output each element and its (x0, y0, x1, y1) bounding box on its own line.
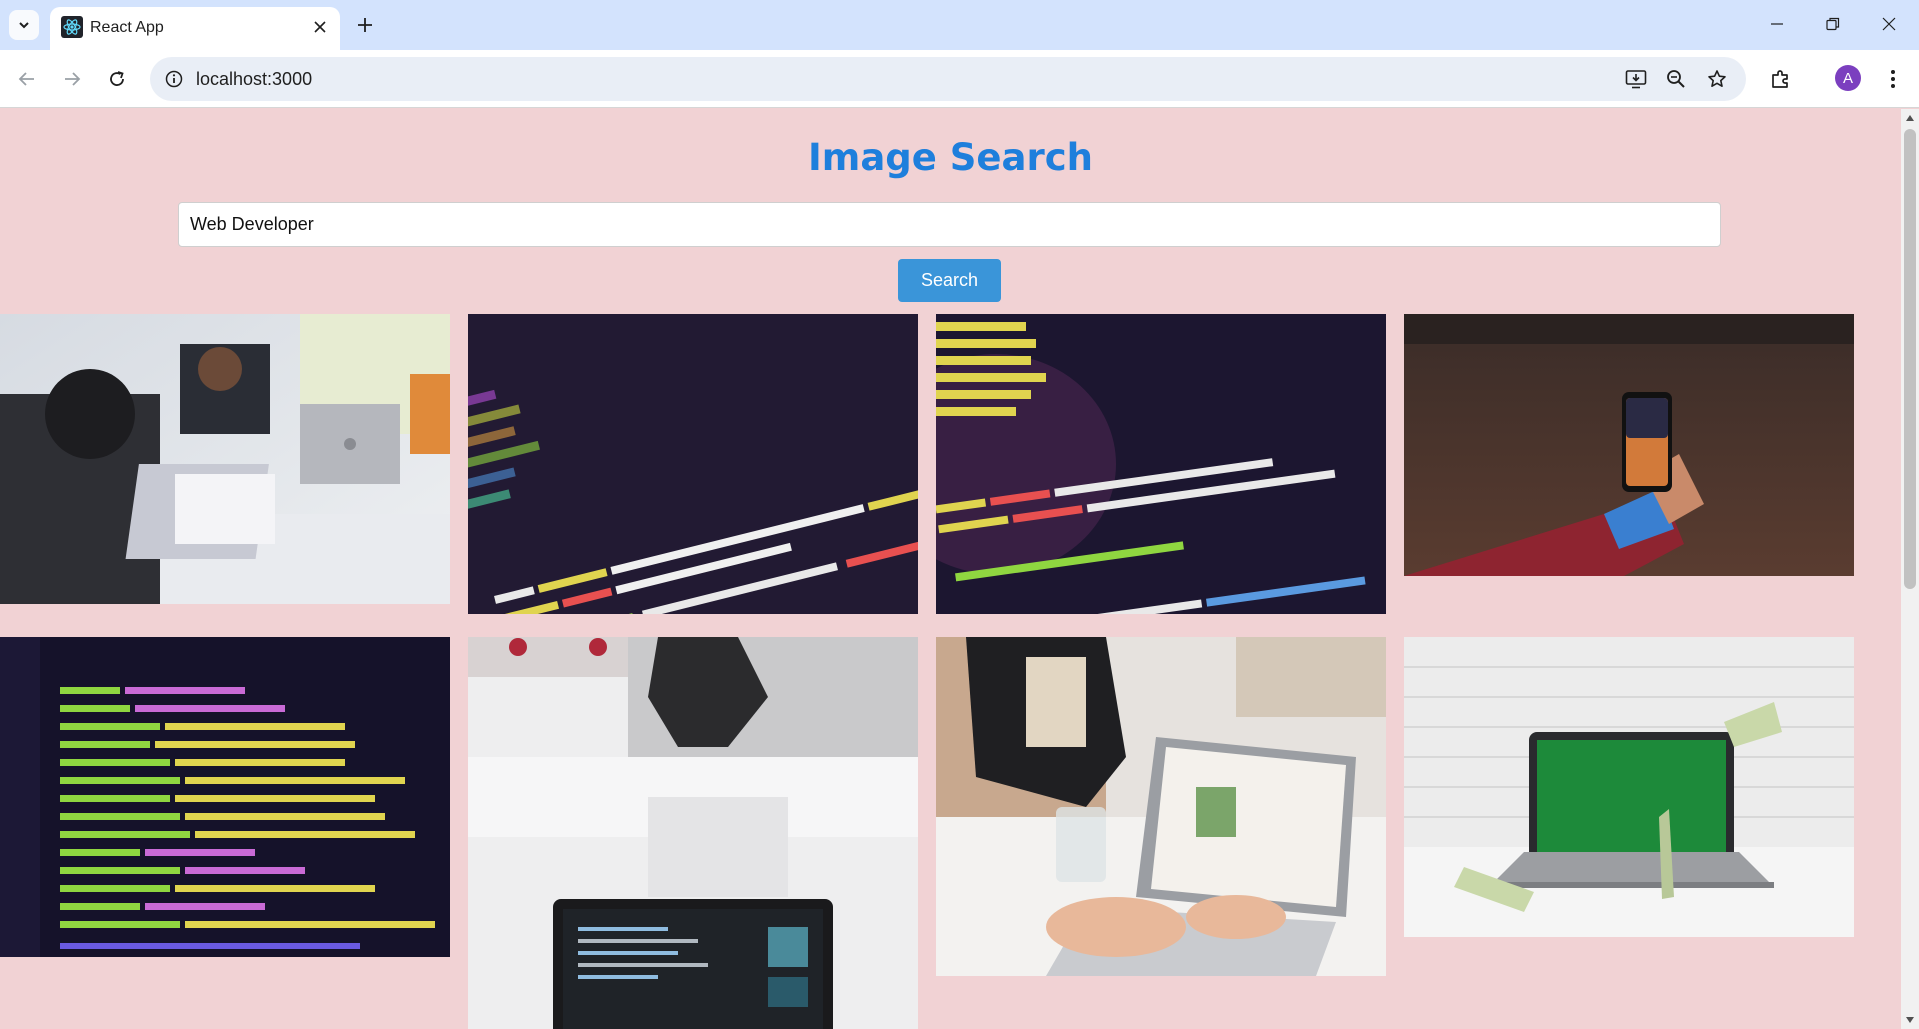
browser-toolbar: localhost:3000 A (0, 50, 1919, 108)
result-image[interactable] (0, 314, 450, 604)
typing-laptop-photo (936, 637, 1386, 976)
chevron-down-icon (19, 22, 29, 29)
result-image[interactable] (468, 637, 918, 1029)
result-image[interactable] (1404, 314, 1854, 576)
back-button[interactable] (10, 62, 44, 96)
smartphone-hand-photo (1404, 314, 1854, 576)
info-icon (165, 70, 183, 88)
extensions-button[interactable] (1765, 63, 1797, 95)
scrollbar-thumb[interactable] (1904, 129, 1916, 589)
result-image[interactable] (936, 637, 1386, 976)
result-image[interactable] (0, 637, 450, 957)
reload-icon (110, 71, 124, 86)
react-logo-icon (61, 16, 83, 38)
scroll-down-arrow[interactable] (1905, 1015, 1915, 1025)
triangle-down-icon (1906, 1017, 1914, 1023)
developers-working-photo (0, 314, 450, 604)
close-icon (314, 21, 326, 33)
forward-arrow-icon (65, 72, 81, 86)
new-tab-button[interactable] (350, 10, 380, 40)
result-image[interactable] (468, 314, 918, 614)
zoom-icon (1667, 70, 1685, 88)
url-text[interactable]: localhost:3000 (196, 69, 312, 90)
back-arrow-icon (18, 72, 34, 86)
restore-icon (1826, 17, 1840, 31)
page-viewport: Image Search Search (0, 109, 1901, 1029)
tab-close-button[interactable] (308, 15, 332, 39)
star-icon (1708, 70, 1726, 87)
install-app-icon (1625, 70, 1647, 89)
browser-tab[interactable]: React App (50, 7, 340, 50)
code-css-photo (936, 314, 1386, 614)
reload-button[interactable] (100, 62, 134, 96)
puzzle-icon (1772, 70, 1788, 88)
page-scrollbar[interactable] (1901, 109, 1919, 1029)
bookmark-button[interactable] (1703, 65, 1731, 93)
scroll-up-arrow[interactable] (1905, 113, 1915, 123)
tab-search-button[interactable] (9, 10, 39, 40)
forward-button[interactable] (55, 62, 89, 96)
browser-tab-bar: React App (0, 0, 1919, 50)
minimize-icon (1771, 23, 1783, 25)
result-image[interactable] (1404, 637, 1854, 937)
browser-menu-button[interactable] (1877, 63, 1909, 95)
address-bar[interactable]: localhost:3000 (150, 57, 1746, 101)
profile-avatar[interactable]: A (1835, 65, 1861, 91)
search-button[interactable]: Search (898, 259, 1001, 302)
close-window-button[interactable] (1866, 5, 1912, 43)
close-icon (1882, 17, 1896, 31)
result-image[interactable] (936, 314, 1386, 614)
search-input[interactable] (178, 202, 1721, 247)
install-app-button[interactable] (1622, 65, 1650, 93)
site-info-button[interactable] (160, 65, 188, 93)
code-screen-photo (468, 314, 918, 614)
minimize-button[interactable] (1754, 5, 1800, 43)
webpack-code-photo (0, 637, 450, 957)
laptop-desk-photo (468, 637, 918, 1029)
laptop-money-photo (1404, 637, 1854, 937)
page-title: Image Search (808, 136, 1093, 179)
kebab-menu-icon (1891, 70, 1895, 88)
restore-button[interactable] (1810, 5, 1856, 43)
tab-title: React App (90, 19, 164, 36)
plus-icon (358, 18, 372, 32)
zoom-button[interactable] (1662, 65, 1690, 93)
triangle-up-icon (1906, 115, 1914, 121)
